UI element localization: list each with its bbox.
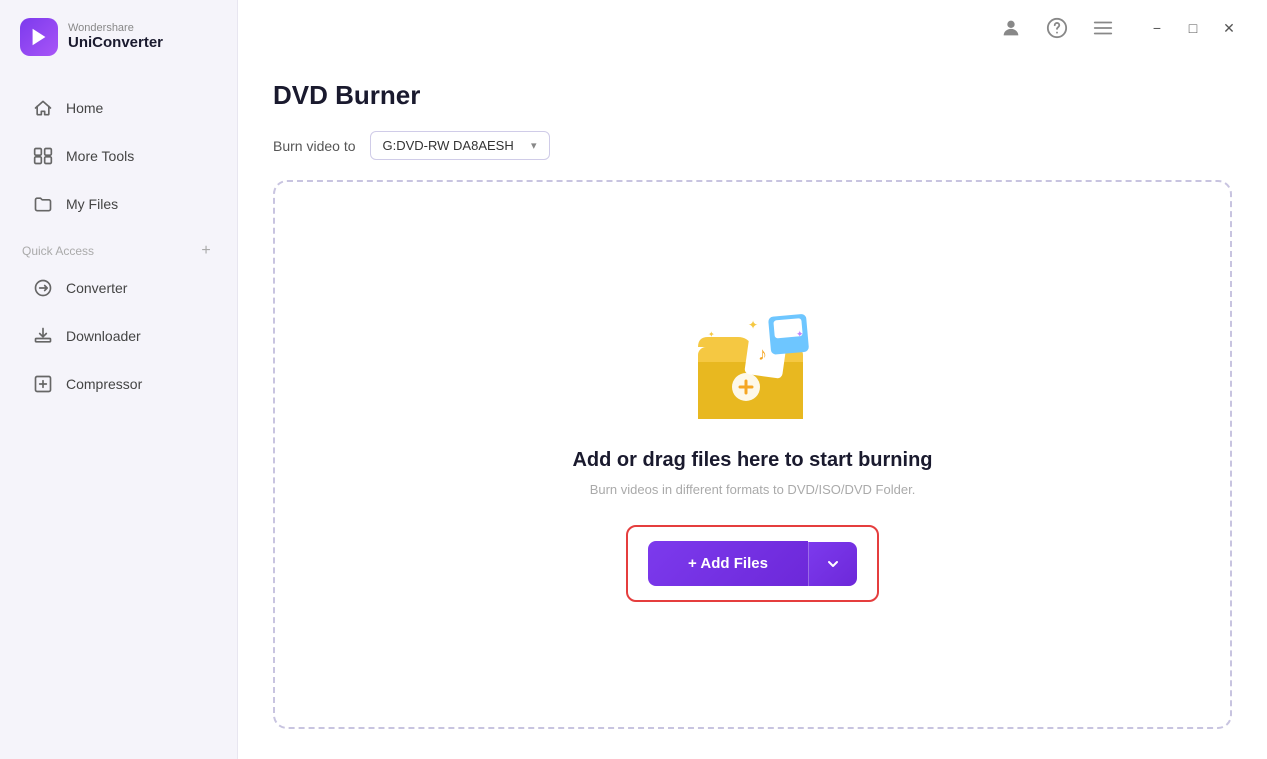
drive-select-arrow: ▾: [531, 139, 537, 152]
drop-zone[interactable]: ♪ ✦ ✦ ✦ Add or drag files here to start …: [273, 180, 1232, 729]
folder-illustration: ♪ ✦ ✦ ✦: [688, 307, 818, 427]
main-area: − □ ✕ DVD Burner Burn video to G:DVD-RW …: [238, 0, 1267, 759]
logo-text: Wondershare UniConverter: [68, 22, 163, 52]
quick-access-label: Quick Access: [22, 244, 94, 258]
converter-icon: [32, 277, 54, 299]
quick-access-add-button[interactable]: +: [197, 242, 215, 260]
svg-text:✦: ✦: [796, 329, 804, 339]
minimize-button[interactable]: −: [1143, 14, 1171, 42]
logo-product: UniConverter: [68, 34, 163, 52]
sidebar-item-label-home: Home: [66, 100, 103, 116]
add-files-dropdown-button[interactable]: [808, 542, 857, 586]
svg-text:✦: ✦: [748, 318, 758, 332]
my-files-icon: [32, 193, 54, 215]
more-tools-icon: [32, 145, 54, 167]
help-icon[interactable]: [1043, 14, 1071, 42]
app-logo-icon: [20, 18, 58, 56]
logo-brand: Wondershare: [68, 22, 163, 34]
user-icon[interactable]: [997, 14, 1025, 42]
drive-value: G:DVD-RW DA8AESH: [383, 138, 523, 153]
window-controls: − □ ✕: [1143, 14, 1243, 42]
home-icon: [32, 97, 54, 119]
sidebar-item-converter[interactable]: Converter: [10, 266, 227, 310]
sidebar-item-downloader[interactable]: Downloader: [10, 314, 227, 358]
drop-zone-subtitle: Burn videos in different formats to DVD/…: [590, 482, 916, 497]
sidebar-item-label-more-tools: More Tools: [66, 148, 134, 164]
page-title: DVD Burner: [273, 80, 1232, 111]
burn-to-label: Burn video to: [273, 138, 356, 154]
sidebar-item-more-tools[interactable]: More Tools: [10, 134, 227, 178]
sidebar-item-label-downloader: Downloader: [66, 328, 141, 344]
topbar: − □ ✕: [973, 0, 1267, 56]
downloader-icon: [32, 325, 54, 347]
add-files-button[interactable]: + Add Files: [648, 541, 808, 586]
add-files-wrapper: + Add Files: [626, 525, 879, 602]
svg-text:✦: ✦: [708, 330, 715, 339]
quick-access-section: Quick Access +: [0, 234, 237, 264]
drive-select[interactable]: G:DVD-RW DA8AESH ▾: [370, 131, 550, 160]
sidebar-item-home[interactable]: Home: [10, 86, 227, 130]
sidebar-item-label-converter: Converter: [66, 280, 127, 296]
maximize-button[interactable]: □: [1179, 14, 1207, 42]
compressor-icon: [32, 373, 54, 395]
page-content: DVD Burner Burn video to G:DVD-RW DA8AES…: [238, 50, 1267, 759]
sidebar-item-my-files[interactable]: My Files: [10, 182, 227, 226]
svg-text:♪: ♪: [758, 344, 767, 364]
burn-to-row: Burn video to G:DVD-RW DA8AESH ▾: [273, 131, 1232, 160]
sidebar-item-label-my-files: My Files: [66, 196, 118, 212]
sidebar: Wondershare UniConverter Home More Tools: [0, 0, 238, 759]
drop-zone-title: Add or drag files here to start burning: [572, 449, 932, 472]
logo-area: Wondershare UniConverter: [0, 0, 237, 74]
close-button[interactable]: ✕: [1215, 14, 1243, 42]
sidebar-item-compressor[interactable]: Compressor: [10, 362, 227, 406]
sidebar-item-label-compressor: Compressor: [66, 376, 142, 392]
menu-icon[interactable]: [1089, 14, 1117, 42]
